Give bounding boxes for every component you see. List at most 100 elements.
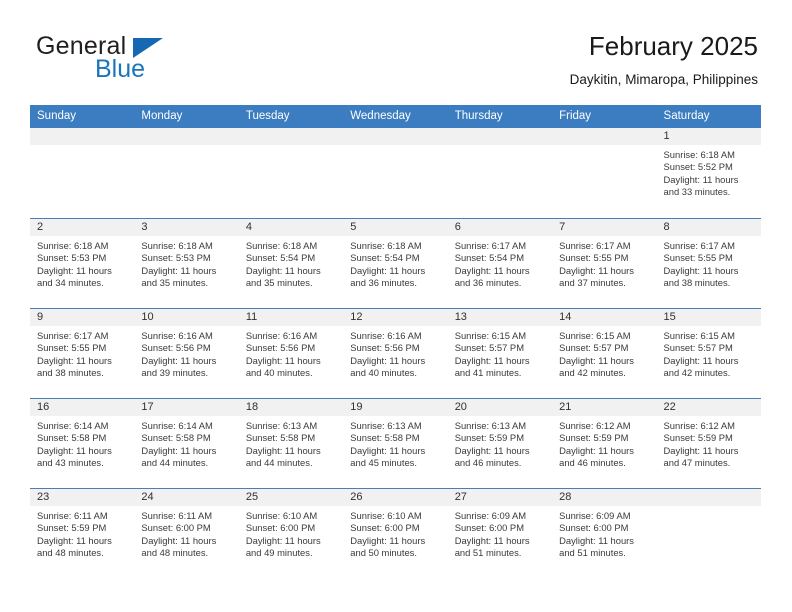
day-number: 4	[238, 219, 344, 236]
calendar-day-cell[interactable]: 15 Sunrise: 6:15 AM Sunset: 5:57 PM Dayligh…	[656, 309, 761, 398]
day-number: 6	[447, 219, 553, 236]
day-detail-daylight1: Daylight: 11 hours	[559, 264, 634, 276]
day-detail-sunrise: Sunrise: 6:09 AM	[454, 510, 527, 521]
day-number: 12	[343, 309, 448, 326]
day-detail-daylight2: and 48 minutes.	[37, 547, 104, 559]
day-number: 10	[134, 309, 239, 326]
day-number: 21	[552, 399, 657, 416]
day-detail-daylight2: and 49 minutes.	[245, 547, 313, 559]
day-detail-sunset: Sunset: 6:00 PM	[245, 522, 316, 534]
day-detail-daylight2: and 40 minutes.	[350, 367, 417, 379]
calendar-day-cell[interactable]: 28 Sunrise: 6:09 AM Sunset: 6:00 PM Dayligh…	[552, 489, 657, 578]
calendar-day-cell[interactable]: 25 Sunrise: 6:10 AM Sunset: 6:00 PM Dayligh…	[238, 489, 344, 578]
day-detail-sunset: Sunset: 5:56 PM	[245, 342, 316, 354]
day-details: Sunrise: 6:18 AM Sunset: 5:53 PM Daylight:…	[30, 236, 134, 290]
calendar-day-cell[interactable]: 19 Sunrise: 6:13 AM Sunset: 5:58 PM Dayligh…	[343, 399, 448, 488]
calendar-day-cell[interactable]: 16 Sunrise: 6:14 AM Sunset: 5:58 PM Dayligh…	[30, 399, 135, 488]
day-detail-daylight1: Daylight: 11 hours	[663, 173, 739, 185]
calendar-day-cell[interactable]: 9 Sunrise: 6:17 AM Sunset: 5:55 PM Daylight…	[30, 309, 135, 398]
calendar-day-cell[interactable]: 22 Sunrise: 6:12 AM Sunset: 5:59 PM Dayligh…	[656, 399, 761, 488]
calendar-day-cell[interactable]: 11 Sunrise: 6:16 AM Sunset: 5:56 PM Dayligh…	[238, 309, 344, 398]
day-number: 16	[30, 399, 135, 416]
brand-logo[interactable]: General Blue	[34, 30, 264, 90]
day-detail-sunset: Sunset: 5:54 PM	[454, 252, 524, 264]
calendar-day-cell[interactable]: 5 Sunrise: 6:18 AM Sunset: 5:54 PM Daylight…	[343, 219, 448, 308]
day-detail-daylight1: Daylight: 11 hours	[37, 264, 112, 276]
day-detail-sunrise: Sunrise: 6:18 AM	[141, 240, 213, 251]
day-number: 7	[552, 219, 657, 236]
calendar-day-cell[interactable]: 26 Sunrise: 6:10 AM Sunset: 6:00 PM Dayligh…	[343, 489, 448, 578]
page-subtitle: Daykitin, Mimaropa, Philippines	[569, 72, 758, 87]
calendar-day-cell[interactable]: 18 Sunrise: 6:13 AM Sunset: 5:58 PM Dayligh…	[238, 399, 344, 488]
day-detail-sunrise: Sunrise: 6:15 AM	[454, 330, 527, 341]
day-detail-sunrise: Sunrise: 6:18 AM	[245, 240, 318, 251]
day-detail-sunrise: Sunrise: 6:11 AM	[141, 510, 213, 521]
day-detail-daylight1: Daylight: 11 hours	[454, 444, 530, 456]
day-detail-sunset: Sunset: 6:00 PM	[559, 522, 629, 534]
calendar-day-cell[interactable]: 6 Sunrise: 6:17 AM Sunset: 5:54 PM Daylight…	[447, 219, 553, 308]
day-detail-daylight2: and 47 minutes.	[663, 457, 731, 469]
day-detail-sunset: Sunset: 6:00 PM	[141, 522, 211, 534]
weekday-header-friday: Friday	[559, 110, 592, 122]
calendar-day-cell[interactable]: 23 Sunrise: 6:11 AM Sunset: 5:59 PM Dayligh…	[30, 489, 135, 578]
calendar-day-cell-empty	[343, 128, 448, 218]
day-detail-daylight1: Daylight: 11 hours	[559, 354, 634, 366]
day-detail-sunset: Sunset: 5:53 PM	[37, 252, 107, 264]
calendar-day-cell[interactable]: 27 Sunrise: 6:09 AM Sunset: 6:00 PM Dayligh…	[447, 489, 553, 578]
day-detail-daylight1: Daylight: 11 hours	[559, 534, 634, 546]
day-number	[552, 128, 657, 145]
day-details: Sunrise: 6:09 AM Sunset: 6:00 PM Daylight:…	[552, 506, 656, 560]
day-detail-sunset: Sunset: 5:59 PM	[454, 432, 524, 444]
day-detail-daylight2: and 51 minutes.	[559, 547, 626, 559]
calendar-day-cell[interactable]: 21 Sunrise: 6:12 AM Sunset: 5:59 PM Dayligh…	[552, 399, 657, 488]
title-block: February 2025 Daykitin, Mimaropa, Philip…	[570, 30, 758, 90]
calendar-week-row: 23 Sunrise: 6:11 AM Sunset: 5:59 PM Dayligh…	[30, 488, 761, 578]
day-detail-daylight1: Daylight: 11 hours	[454, 354, 530, 366]
day-detail-sunrise: Sunrise: 6:17 AM	[37, 330, 109, 341]
calendar-day-cell[interactable]: 14 Sunrise: 6:15 AM Sunset: 5:57 PM Dayligh…	[552, 309, 657, 398]
day-detail-daylight1: Daylight: 11 hours	[350, 354, 426, 366]
day-detail-daylight1: Daylight: 11 hours	[37, 444, 112, 456]
calendar-day-cell[interactable]: 24 Sunrise: 6:11 AM Sunset: 6:00 PM Dayligh…	[134, 489, 239, 578]
day-detail-daylight2: and 44 minutes.	[245, 457, 313, 469]
day-details: Sunrise: 6:12 AM Sunset: 5:59 PM Daylight:…	[552, 416, 656, 470]
day-detail-sunset: Sunset: 6:00 PM	[350, 522, 420, 534]
calendar-day-cell[interactable]: 17 Sunrise: 6:14 AM Sunset: 5:58 PM Dayligh…	[134, 399, 239, 488]
day-detail-sunrise: Sunrise: 6:15 AM	[559, 330, 631, 341]
calendar-day-cell-empty	[238, 128, 344, 218]
calendar-week-row: 2 Sunrise: 6:18 AM Sunset: 5:53 PM Daylight…	[30, 218, 761, 308]
day-number	[238, 128, 344, 145]
day-detail-sunrise: Sunrise: 6:13 AM	[350, 420, 422, 431]
day-number	[134, 128, 239, 145]
day-detail-daylight2: and 36 minutes.	[350, 277, 417, 289]
logo-text-blue: Blue	[95, 55, 146, 83]
day-number: 2	[30, 219, 135, 236]
weekday-header-thursday: Thursday	[454, 110, 503, 122]
day-detail-daylight1: Daylight: 11 hours	[141, 264, 217, 276]
calendar-day-cell[interactable]: 13 Sunrise: 6:15 AM Sunset: 5:57 PM Dayligh…	[447, 309, 553, 398]
calendar-day-cell[interactable]: 3 Sunrise: 6:18 AM Sunset: 5:53 PM Daylight…	[134, 219, 239, 308]
day-details: Sunrise: 6:16 AM Sunset: 5:56 PM Daylight:…	[343, 326, 447, 380]
calendar-day-cell[interactable]: 8 Sunrise: 6:17 AM Sunset: 5:55 PM Daylight…	[656, 219, 761, 308]
day-details: Sunrise: 6:11 AM Sunset: 5:59 PM Daylight:…	[30, 506, 134, 560]
calendar-weeks: 1 Sunrise: 6:18 AM Sunset: 5:52 PM Daylight…	[30, 128, 761, 578]
day-detail-daylight2: and 38 minutes.	[663, 277, 731, 289]
day-details: Sunrise: 6:10 AM Sunset: 6:00 PM Daylight:…	[239, 506, 343, 560]
day-number: 20	[447, 399, 553, 416]
day-number: 22	[656, 399, 761, 416]
day-number: 26	[343, 489, 448, 506]
day-detail-daylight1: Daylight: 11 hours	[454, 264, 530, 276]
calendar-day-cell[interactable]: 2 Sunrise: 6:18 AM Sunset: 5:53 PM Daylight…	[30, 219, 135, 308]
day-details	[448, 145, 552, 149]
day-detail-sunset: Sunset: 5:59 PM	[559, 432, 629, 444]
calendar-day-cell[interactable]: 12 Sunrise: 6:16 AM Sunset: 5:56 PM Dayligh…	[343, 309, 448, 398]
calendar-day-cell[interactable]: 20 Sunrise: 6:13 AM Sunset: 5:59 PM Dayligh…	[447, 399, 553, 488]
calendar-day-cell[interactable]: 10 Sunrise: 6:16 AM Sunset: 5:56 PM Dayligh…	[134, 309, 239, 398]
calendar-day-cell[interactable]: 7 Sunrise: 6:17 AM Sunset: 5:55 PM Daylight…	[552, 219, 657, 308]
day-detail-sunset: Sunset: 5:58 PM	[37, 432, 107, 444]
day-detail-sunrise: Sunrise: 6:16 AM	[245, 330, 318, 341]
calendar-day-cell[interactable]: 4 Sunrise: 6:18 AM Sunset: 5:54 PM Daylight…	[238, 219, 344, 308]
calendar-day-cell[interactable]: 1 Sunrise: 6:18 AM Sunset: 5:52 PM Daylight…	[656, 128, 761, 218]
day-detail-sunset: Sunset: 5:55 PM	[663, 252, 733, 264]
day-detail-daylight2: and 41 minutes.	[454, 367, 522, 379]
